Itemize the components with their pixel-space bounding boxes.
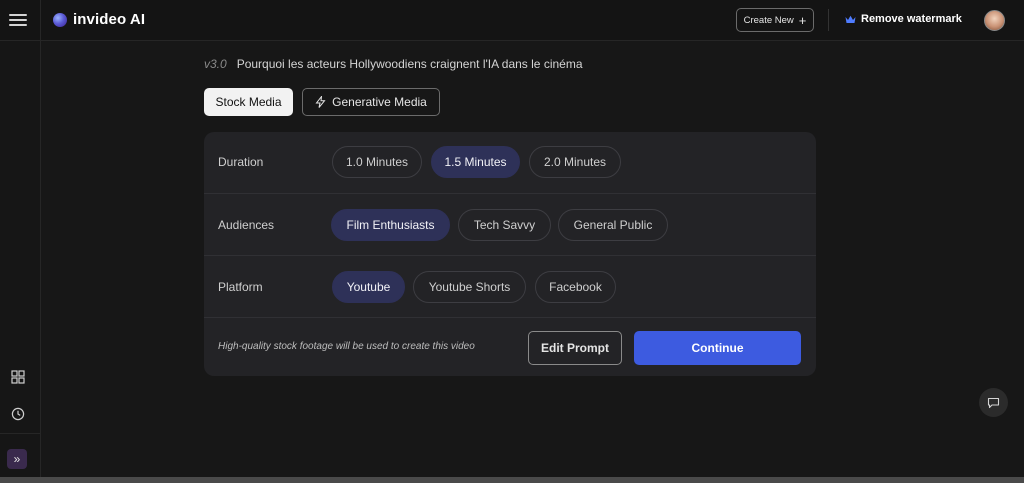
remove-watermark-label: Remove watermark xyxy=(861,13,962,25)
stock-media-tab[interactable]: Stock Media xyxy=(204,88,293,116)
platform-label: Platform xyxy=(218,280,263,294)
platform-option-3[interactable]: Facebook xyxy=(535,271,616,303)
platform-option-1[interactable]: Youtube xyxy=(332,271,405,303)
version-label: v3.0 xyxy=(204,57,227,71)
double-chevron-right-icon[interactable]: » xyxy=(7,449,27,469)
taskbar-strip xyxy=(0,477,1024,483)
settings-panel: Duration 1.0 Minutes 1.5 Minutes 2.0 Min… xyxy=(204,132,816,376)
create-new-label: Create New xyxy=(743,14,794,26)
duration-option-2[interactable]: 1.5 Minutes xyxy=(431,146,520,178)
divider xyxy=(40,0,41,41)
app-name: invideo AI xyxy=(73,11,146,28)
platform-row: Platform Youtube Youtube Shorts Facebook xyxy=(204,256,816,318)
continue-button[interactable]: Continue xyxy=(634,331,801,365)
menu-icon[interactable] xyxy=(9,10,27,30)
generative-media-label: Generative Media xyxy=(332,95,427,109)
app-window: invideo AI Create New + Remove watermark… xyxy=(0,0,1024,483)
audience-option-2[interactable]: Tech Savvy xyxy=(458,209,551,241)
audience-option-1[interactable]: Film Enthusiasts xyxy=(331,209,450,241)
remove-watermark-button[interactable]: Remove watermark xyxy=(845,13,962,25)
chat-button[interactable] xyxy=(979,388,1008,417)
audience-option-3[interactable]: General Public xyxy=(558,209,668,241)
audiences-label: Audiences xyxy=(218,218,275,232)
bolt-icon xyxy=(315,96,326,108)
chat-icon xyxy=(987,397,1000,408)
top-bar: invideo AI Create New + Remove watermark xyxy=(0,0,1024,41)
clock-icon[interactable] xyxy=(11,407,25,421)
edit-prompt-button[interactable]: Edit Prompt xyxy=(528,331,622,365)
platform-option-2[interactable]: Youtube Shorts xyxy=(413,271,526,303)
generative-media-tab[interactable]: Generative Media xyxy=(302,88,440,116)
create-new-button[interactable]: Create New + xyxy=(736,8,814,32)
prompt-header: v3.0 Pourquoi les acteurs Hollywoodiens … xyxy=(204,57,583,71)
plus-icon: + xyxy=(798,12,807,28)
footer-note: High-quality stock footage will be used … xyxy=(218,341,475,352)
audiences-row: Audiences Film Enthusiasts Tech Savvy Ge… xyxy=(204,194,816,256)
duration-option-3[interactable]: 2.0 Minutes xyxy=(529,146,621,178)
duration-option-1[interactable]: 1.0 Minutes xyxy=(332,146,422,178)
logo-icon xyxy=(53,13,67,27)
duration-row: Duration 1.0 Minutes 1.5 Minutes 2.0 Min… xyxy=(204,132,816,194)
grid-icon[interactable] xyxy=(11,370,25,384)
divider xyxy=(828,9,829,31)
prompt-title: Pourquoi les acteurs Hollywoodiens craig… xyxy=(236,57,583,71)
crown-icon xyxy=(845,15,856,23)
sidebar: » xyxy=(0,41,41,477)
avatar[interactable] xyxy=(984,10,1005,31)
duration-label: Duration xyxy=(218,155,264,169)
divider xyxy=(0,433,40,434)
